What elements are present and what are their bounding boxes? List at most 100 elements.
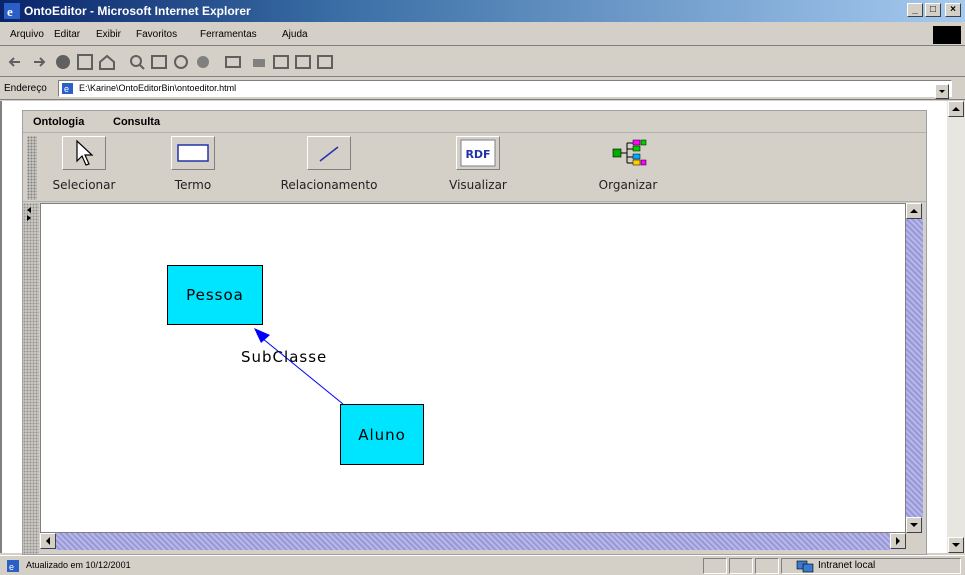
menu-favoritos[interactable]: Favoritos	[136, 29, 177, 40]
edge-label: SubClasse	[241, 348, 328, 366]
chevron-down-icon	[939, 90, 945, 93]
status-text: Atualizado em 10/12/2001	[26, 560, 131, 570]
tool-palette: Selecionar Termo Relacionamento RDF Visu…	[23, 134, 926, 202]
refresh-icon[interactable]	[76, 53, 94, 71]
arrow-down-icon	[910, 523, 918, 527]
address-input[interactable]: e E:\Karine\OntoEditorBin\ontoeditor.htm…	[58, 80, 952, 99]
arrow-up-icon	[910, 209, 918, 213]
svg-text:e: e	[7, 4, 13, 19]
tool-relacionamento[interactable]: Relacionamento	[259, 136, 399, 192]
ie-icon: e	[4, 3, 20, 19]
canvas-vscroll-thumb[interactable]	[906, 219, 923, 517]
rdf-icon: RDF	[460, 139, 496, 167]
line-icon	[319, 146, 339, 162]
relacionamento-label: Relacionamento	[280, 178, 378, 192]
ontology-canvas[interactable]: Pessoa Aluno SubClasse	[40, 203, 906, 533]
rectangle-icon	[177, 144, 209, 162]
canvas-horizontal-scrollbar[interactable]	[40, 533, 906, 550]
page-vertical-scrollbar[interactable]	[947, 101, 965, 553]
ontoeditor-applet: Ontologia Consulta Selecionar Termo Rela…	[22, 110, 927, 555]
intranet-zone-icon	[796, 560, 814, 573]
relationship-layer	[254, 328, 344, 405]
search-icon[interactable]	[128, 53, 146, 71]
organizar-label: Organizar	[598, 178, 658, 192]
history-icon[interactable]	[172, 53, 190, 71]
address-bar: Endereço e E:\Karine\OntoEditorBin\ontoe…	[0, 78, 965, 100]
organizar-button[interactable]	[606, 136, 650, 170]
edit-icon[interactable]	[272, 53, 290, 71]
svg-text:RDF: RDF	[465, 148, 490, 161]
canvas-vertical-scrollbar[interactable]	[906, 203, 923, 533]
browser-menu-bar: Arquivo Editar Exibir Favoritos Ferramen…	[0, 24, 965, 46]
arrowhead-icon	[254, 328, 270, 343]
arrow-down-icon	[952, 543, 960, 547]
windows-logo-icon	[933, 26, 961, 44]
visualizar-label: Visualizar	[449, 178, 507, 192]
visualizar-button[interactable]: RDF	[456, 136, 500, 170]
relacionamento-button[interactable]	[307, 136, 351, 170]
canvas-scroll-left-button[interactable]	[40, 533, 56, 549]
applet-menu-bar: Ontologia Consulta	[23, 111, 926, 133]
page-icon: e	[62, 83, 73, 94]
applet-side-grip[interactable]	[23, 203, 39, 554]
window-title: OntoEditor - Microsoft Internet Explorer	[24, 4, 251, 18]
menu-ajuda[interactable]: Ajuda	[282, 29, 308, 40]
tool-selecionar[interactable]: Selecionar	[39, 136, 129, 192]
hierarchy-icon	[612, 139, 647, 166]
selecionar-label: Selecionar	[52, 178, 116, 192]
back-arrow-icon[interactable]	[6, 53, 24, 71]
tool-termo[interactable]: Termo	[153, 136, 233, 192]
collapse-arrows-icon[interactable]	[24, 205, 34, 225]
browser-toolbar	[0, 47, 965, 77]
tool-organizar[interactable]: Organizar	[583, 136, 673, 192]
menu-consulta[interactable]: Consulta	[113, 116, 160, 128]
discuss-icon[interactable]	[294, 53, 312, 71]
canvas-scroll-up-button[interactable]	[906, 203, 922, 219]
svg-text:e: e	[9, 562, 14, 572]
menu-editar[interactable]: Editar	[54, 29, 80, 40]
menu-arquivo[interactable]: Arquivo	[10, 29, 44, 40]
canvas-hscroll-thumb[interactable]	[56, 533, 890, 550]
menu-ferramentas[interactable]: Ferramentas	[200, 29, 257, 40]
node-pessoa[interactable]: Pessoa	[167, 265, 263, 325]
arrow-right-icon	[896, 537, 900, 545]
arrow-up-icon	[952, 107, 960, 111]
stop-icon[interactable]	[54, 53, 72, 71]
termo-label: Termo	[174, 178, 212, 192]
forward-arrow-icon[interactable]	[30, 53, 48, 71]
subclasse-edge[interactable]	[256, 333, 344, 405]
status-bar: e Atualizado em 10/12/2001 Intranet loca…	[0, 555, 965, 575]
menu-exibir[interactable]: Exibir	[96, 29, 121, 40]
svg-text:e: e	[64, 84, 69, 94]
home-icon[interactable]	[98, 53, 116, 71]
maximize-button[interactable]: □	[925, 3, 941, 17]
address-label: Endereço	[4, 83, 47, 94]
print-icon[interactable]	[250, 53, 268, 71]
mail-icon[interactable]	[224, 53, 242, 71]
tool-visualizar[interactable]: RDF Visualizar	[433, 136, 523, 192]
scroll-up-button[interactable]	[948, 101, 964, 117]
zone-text: Intranet local	[818, 560, 876, 571]
address-value: E:\Karine\OntoEditorBin\ontoeditor.html	[79, 83, 237, 93]
status-panel	[703, 558, 727, 574]
page-done-icon: e	[7, 560, 19, 572]
selecionar-button[interactable]	[62, 136, 106, 170]
favorites-icon[interactable]	[150, 53, 168, 71]
canvas-scroll-right-button[interactable]	[890, 533, 906, 549]
minimize-button[interactable]: _	[907, 3, 923, 17]
termo-button[interactable]	[171, 136, 215, 170]
close-button[interactable]: ×	[945, 3, 961, 17]
node-aluno[interactable]: Aluno	[340, 404, 424, 465]
media-icon[interactable]	[194, 53, 212, 71]
address-dropdown-button[interactable]	[935, 84, 949, 99]
palette-grip[interactable]	[27, 136, 37, 200]
menu-ontologia[interactable]: Ontologia	[33, 116, 84, 128]
title-bar: e OntoEditor - Microsoft Internet Explor…	[0, 0, 965, 22]
status-panel	[729, 558, 753, 574]
messenger-icon[interactable]	[316, 53, 334, 71]
arrow-cursor-icon	[76, 139, 94, 166]
status-panel	[755, 558, 779, 574]
arrow-left-icon	[46, 537, 50, 545]
canvas-scroll-down-button[interactable]	[906, 517, 922, 533]
scroll-down-button[interactable]	[948, 537, 964, 553]
